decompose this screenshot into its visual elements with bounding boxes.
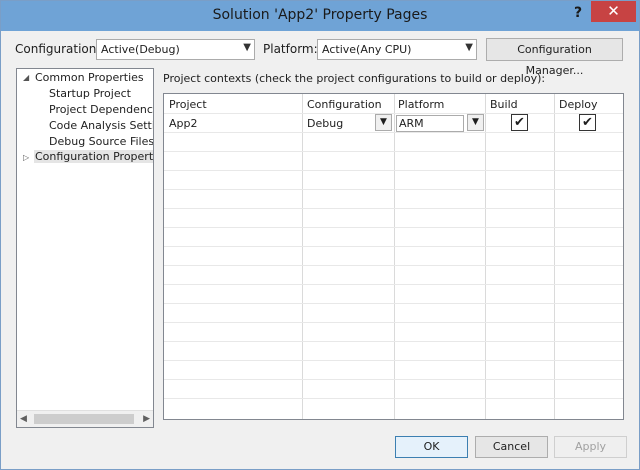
- row-divider: [164, 151, 623, 152]
- column-divider: [554, 94, 555, 419]
- close-button[interactable]: ✕: [591, 1, 636, 22]
- column-header-deploy[interactable]: Deploy: [559, 98, 598, 111]
- property-pages-dialog: Solution 'App2' Property Pages ? ✕ Confi…: [0, 0, 640, 470]
- chevron-down-icon: ▼: [243, 42, 251, 53]
- apply-button[interactable]: Apply: [554, 436, 627, 458]
- row-divider: [164, 113, 623, 114]
- window-title: Solution 'App2' Property Pages: [212, 7, 428, 23]
- row-divider: [164, 265, 623, 266]
- project-contexts-label: Project contexts (check the project conf…: [163, 72, 546, 85]
- row-divider: [164, 132, 623, 133]
- row-divider: [164, 208, 623, 209]
- project-contexts-grid: Project Configuration Platform Build Dep…: [163, 93, 624, 420]
- platform-dropdown-icon[interactable]: ▼: [467, 114, 484, 131]
- chevron-down-icon: ▼: [465, 42, 473, 53]
- row-divider: [164, 341, 623, 342]
- title-bar: Solution 'App2' Property Pages ? ✕: [1, 1, 639, 31]
- cancel-button[interactable]: Cancel: [475, 436, 548, 458]
- column-header-platform[interactable]: Platform: [398, 98, 444, 111]
- deploy-checkbox[interactable]: ✔: [579, 114, 596, 131]
- column-divider: [485, 94, 486, 419]
- configuration-manager-button[interactable]: Configuration Manager...: [486, 38, 623, 77]
- build-checkbox[interactable]: ✔: [511, 114, 528, 131]
- collapse-triangle-icon[interactable]: ▷: [23, 153, 29, 162]
- row-divider: [164, 303, 623, 304]
- column-divider: [394, 94, 395, 419]
- platform-value: Active(Any CPU): [322, 43, 412, 56]
- configuration-dropdown[interactable]: Active(Debug) ▼: [96, 39, 255, 60]
- row-divider: [164, 189, 623, 190]
- row-divider: [164, 398, 623, 399]
- tree-item-debug-source-files[interactable]: Debug Source Files: [49, 135, 153, 148]
- row-divider: [164, 227, 623, 228]
- tree-item-startup-project[interactable]: Startup Project: [49, 87, 131, 100]
- tree-item-project-dependencies[interactable]: Project Dependencies: [49, 103, 153, 116]
- row-configuration-value[interactable]: Debug: [307, 117, 343, 130]
- tree-item-code-analysis-settings[interactable]: Code Analysis Settings: [49, 119, 153, 132]
- configuration-label: Configuration:: [15, 42, 101, 56]
- column-header-project[interactable]: Project: [169, 98, 207, 111]
- ok-button[interactable]: OK: [395, 436, 468, 458]
- row-project-name[interactable]: App2: [169, 117, 198, 130]
- column-divider: [302, 94, 303, 419]
- row-platform-value: ARM: [399, 117, 424, 130]
- platform-cell-field[interactable]: ARM: [396, 115, 464, 132]
- scroll-right-icon[interactable]: ▶: [143, 414, 150, 424]
- configuration-value: Active(Debug): [101, 43, 180, 56]
- tree-horizontal-scrollbar[interactable]: ◀ ▶: [17, 410, 153, 427]
- platform-label: Platform:: [263, 42, 318, 56]
- tree-item-configuration-properties[interactable]: Configuration Properties: [34, 150, 153, 163]
- help-button[interactable]: ?: [567, 2, 589, 24]
- expand-triangle-icon[interactable]: ◢: [23, 73, 29, 82]
- row-divider: [164, 284, 623, 285]
- tree-item-common-properties[interactable]: Common Properties: [35, 71, 144, 84]
- row-divider: [164, 379, 623, 380]
- platform-dropdown[interactable]: Active(Any CPU) ▼: [317, 39, 477, 60]
- property-tree: ◢ Common Properties Startup Project Proj…: [16, 68, 154, 428]
- row-divider: [164, 322, 623, 323]
- column-header-configuration[interactable]: Configuration: [307, 98, 382, 111]
- scroll-left-icon[interactable]: ◀: [20, 414, 27, 424]
- row-divider: [164, 170, 623, 171]
- row-divider: [164, 360, 623, 361]
- row-divider: [164, 246, 623, 247]
- scrollbar-thumb[interactable]: [34, 414, 134, 424]
- configuration-dropdown-icon[interactable]: ▼: [375, 114, 392, 131]
- column-header-build[interactable]: Build: [490, 98, 518, 111]
